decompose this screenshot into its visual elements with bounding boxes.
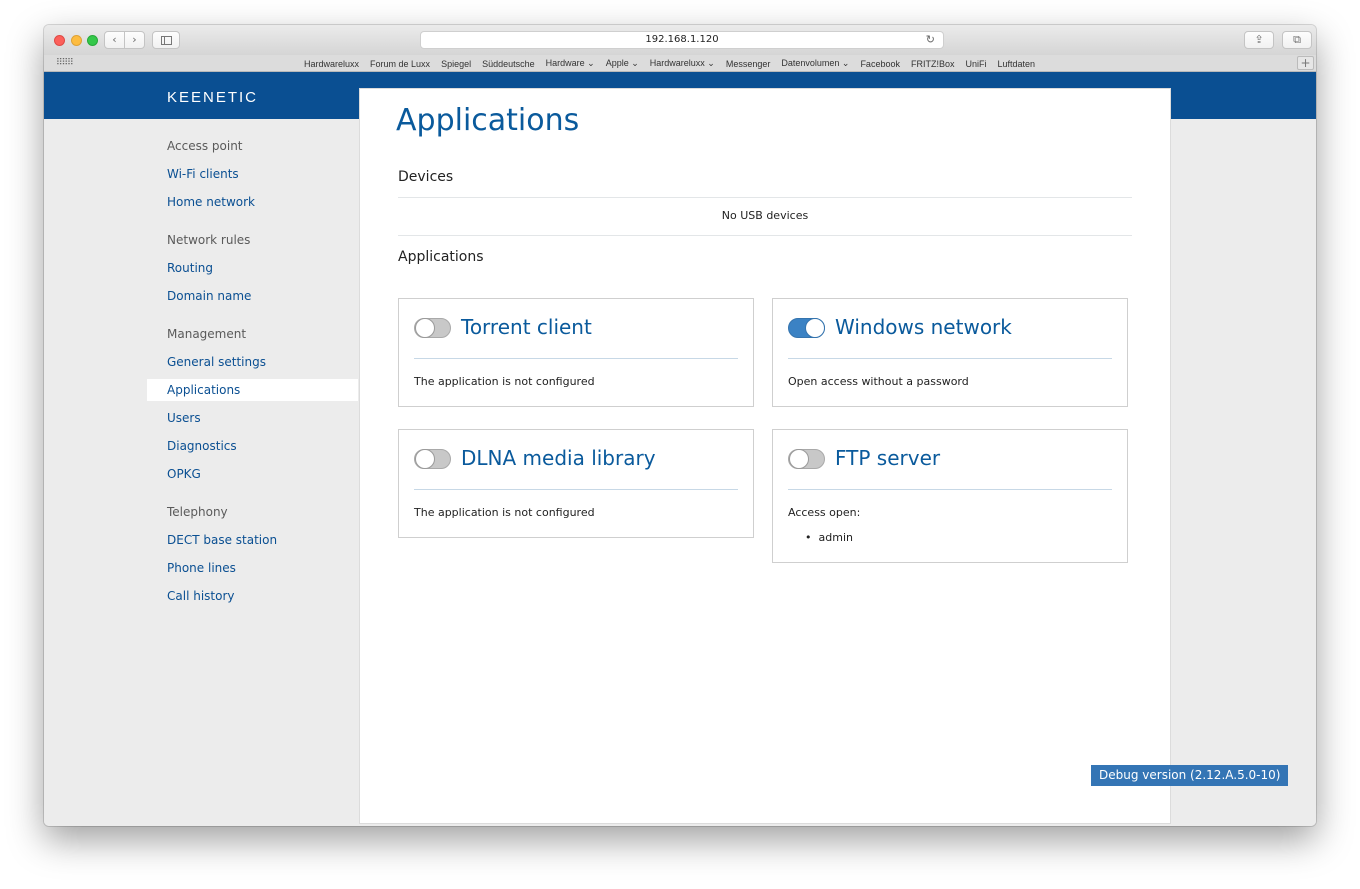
card-divider <box>788 489 1112 490</box>
browser-window: ‹ › 192.168.1.120 ↻ ⇪ ⧉ ⠿⠿⠿ Hardwareluxx… <box>44 25 1316 826</box>
ftp-server-card[interactable]: FTP server Access open: admin <box>772 429 1128 563</box>
windows-network-title[interactable]: Windows network <box>835 315 1012 339</box>
close-window-button[interactable] <box>54 35 65 46</box>
sidebar-item-domain-name[interactable]: Domain name <box>147 282 358 310</box>
card-divider <box>414 489 738 490</box>
dlna-media-library-card[interactable]: DLNA media library The application is no… <box>398 429 754 538</box>
applications-heading: Applications <box>398 249 484 265</box>
tab-overview-button[interactable]: ⧉ <box>1282 31 1312 49</box>
nav-group-label: Telephony <box>167 505 228 519</box>
page-viewport: KEENETIC Access point Wi-Fi clients Home n… <box>44 72 1316 826</box>
toggle-knob <box>805 318 825 338</box>
dlna-media-library-title[interactable]: DLNA media library <box>461 446 656 470</box>
bookmarks-bar: ⠿⠿⠿ Hardwareluxx Forum de Luxx Spiegel Südd… <box>44 55 1316 72</box>
devices-heading: Devices <box>398 169 454 185</box>
no-usb-message: No USB devices <box>721 209 809 222</box>
page-title: Applications <box>396 103 580 138</box>
bookmark-item[interactable]: UniFi <box>965 59 986 69</box>
torrent-client-toggle[interactable] <box>414 318 451 338</box>
card-divider <box>788 358 1112 359</box>
minimize-window-button[interactable] <box>71 35 82 46</box>
bookmark-item[interactable]: Hardwareluxx ⌄ <box>650 58 715 69</box>
bookmark-item[interactable]: Hardwareluxx <box>304 59 359 69</box>
sidebar-item-general-settings[interactable]: General settings <box>147 348 358 376</box>
sidebar-item-applications[interactable]: Applications <box>147 379 358 401</box>
bookmark-item[interactable]: FRITZ!Box <box>911 59 955 69</box>
main-panel: Applications Devices No USB devices Appl… <box>359 88 1171 824</box>
toggle-knob <box>789 449 809 469</box>
sidebar-icon <box>161 36 172 45</box>
bookmark-item[interactable]: Apple ⌄ <box>606 58 639 69</box>
sidebar-toggle-button[interactable] <box>152 31 180 49</box>
sidebar-item-users[interactable]: Users <box>147 404 358 432</box>
reload-icon[interactable]: ↻ <box>926 32 935 48</box>
sidebar-item-home-network[interactable]: Home network <box>147 188 358 216</box>
windows-network-card[interactable]: Windows network Open access without a pa… <box>772 298 1128 407</box>
divider <box>398 235 1132 236</box>
url-text: 192.168.1.120 <box>645 34 719 45</box>
debug-version-badge: Debug version (2.12.A.5.0-10) <box>1091 765 1289 786</box>
torrent-client-title[interactable]: Torrent client <box>461 315 592 339</box>
sidebar-item-call-history[interactable]: Call history <box>147 582 358 610</box>
nav-group-label: Network rules <box>167 233 251 247</box>
ftp-user-list: admin <box>805 531 853 544</box>
dlna-media-library-toggle[interactable] <box>414 449 451 469</box>
bookmark-item[interactable]: Forum de Luxx <box>370 59 430 69</box>
bookmark-item[interactable]: Messenger <box>726 59 771 69</box>
ftp-server-title[interactable]: FTP server <box>835 446 940 470</box>
toggle-knob <box>415 449 435 469</box>
nav-group-label: Management <box>167 327 247 341</box>
ftp-server-status: Access open: <box>788 506 861 519</box>
sidebar-nav: Access point Wi-Fi clients Home network Net… <box>147 132 358 610</box>
sidebar-item-wi-fi-clients[interactable]: Wi-Fi clients <box>147 160 358 188</box>
torrent-client-card[interactable]: Torrent client The application is not co… <box>398 298 754 407</box>
sidebar-item-opkg[interactable]: OPKG <box>147 460 358 488</box>
grid-icon[interactable]: ⠿⠿⠿ <box>56 58 74 68</box>
bookmark-item[interactable]: Spiegel <box>441 59 471 69</box>
divider <box>398 197 1132 198</box>
bookmark-item[interactable]: Hardware ⌄ <box>546 58 595 69</box>
ftp-user-item: admin <box>805 531 853 544</box>
toggle-knob <box>415 318 435 338</box>
add-bookmark-button[interactable]: + <box>1297 56 1314 70</box>
torrent-client-status: The application is not configured <box>414 375 595 388</box>
card-divider <box>414 358 738 359</box>
address-bar[interactable]: 192.168.1.120 ↻ <box>420 31 944 49</box>
bookmark-item[interactable]: Datenvolumen ⌄ <box>781 58 849 69</box>
maximize-window-button[interactable] <box>87 35 98 46</box>
ftp-server-toggle[interactable] <box>788 449 825 469</box>
windows-network-status: Open access without a password <box>788 375 969 388</box>
sidebar-item-phone-lines[interactable]: Phone lines <box>147 554 358 582</box>
keenetic-logo[interactable]: KEENETIC <box>167 89 258 106</box>
windows-network-toggle[interactable] <box>788 318 825 338</box>
bookmark-item[interactable]: Luftdaten <box>998 59 1036 69</box>
bookmark-list: Hardwareluxx Forum de Luxx Spiegel Süddeuts… <box>304 55 1046 72</box>
sidebar-item-diagnostics[interactable]: Diagnostics <box>147 432 358 460</box>
dlna-media-library-status: The application is not configured <box>414 506 595 519</box>
bookmark-item[interactable]: Süddeutsche <box>482 59 535 69</box>
nav-group-label: Access point <box>167 139 243 153</box>
back-button[interactable]: ‹ <box>104 31 125 49</box>
sidebar-item-routing[interactable]: Routing <box>147 254 358 282</box>
title-bar: ‹ › 192.168.1.120 ↻ ⇪ ⧉ <box>44 25 1316 55</box>
sidebar-item-dect-base-station[interactable]: DECT base station <box>147 526 358 554</box>
share-button[interactable]: ⇪ <box>1244 31 1274 49</box>
forward-button[interactable]: › <box>124 31 145 49</box>
bookmark-item[interactable]: Facebook <box>860 59 900 69</box>
